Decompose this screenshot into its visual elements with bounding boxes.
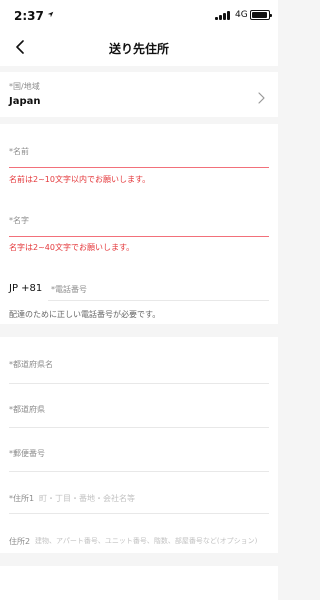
prefecture-underline — [9, 427, 269, 428]
status-time: 2:37 — [14, 9, 44, 23]
bottom-section — [0, 566, 278, 600]
address2-placeholder: 建物、アパート番号、ユニット番号、階数、部屋番号など(オプション) — [35, 537, 258, 545]
address1-field[interactable]: *住所1 町・丁目・番地・会社名等 — [0, 485, 278, 511]
postal-code-field[interactable]: *郵便番号 — [0, 437, 278, 471]
phone-country-code[interactable]: JP +81 — [9, 283, 42, 294]
address2-field[interactable]: 住所2 建物、アパート番号、ユニット番号、階数、部屋番号など(オプション) — [0, 523, 278, 549]
first-name-underline — [9, 167, 269, 168]
phone-label: *電話番号 — [51, 285, 87, 294]
status-bar: 2:37 4G — [0, 0, 278, 28]
phone-note: 配達のために正しい電話番号が必要です。 — [9, 310, 161, 319]
prefecture-name-label: *都道府県名 — [9, 360, 53, 369]
phone-field[interactable]: *電話番号 — [48, 274, 268, 302]
page-title: 送り先住所 — [108, 42, 169, 56]
prefecture-name-field[interactable]: *都道府県名 — [0, 349, 278, 383]
signal-icon — [215, 11, 231, 20]
last-name-underline — [9, 236, 269, 237]
first-name-label: *名前 — [9, 147, 29, 156]
address1-label: *住所1 — [9, 494, 35, 503]
prefecture-label: *都道府県 — [9, 405, 45, 414]
address2-label: 住所2 — [9, 537, 31, 546]
last-name-field[interactable]: *名字 — [0, 202, 278, 238]
country-select[interactable]: *国/地域 Japan — [0, 72, 278, 117]
last-name-label: *名字 — [9, 216, 29, 225]
first-name-error: 名前は2~10文字以内でお願いします。 — [9, 175, 151, 184]
postal-code-label: *郵便番号 — [9, 449, 45, 458]
phone-underline — [48, 300, 269, 301]
nav-bar: 送り先住所 — [0, 28, 278, 66]
network-type: 4G — [235, 10, 248, 20]
name-phone-section: *名前 名前は2~10文字以内でお願いします。 *名字 名字は2~40文字でお願… — [0, 124, 278, 324]
location-arrow-icon — [47, 11, 54, 18]
country-value: Japan — [9, 96, 41, 107]
chevron-right-icon — [258, 92, 265, 104]
prefecture-field[interactable]: *都道府県 — [0, 393, 278, 427]
address1-placeholder: 町・丁目・番地・会社名等 — [39, 494, 135, 503]
country-label: *国/地域 — [9, 82, 40, 91]
battery-icon — [250, 10, 272, 20]
last-name-error: 名字は2~40文字でお願いします。 — [9, 243, 135, 252]
address1-underline — [9, 513, 269, 514]
postal-code-underline — [9, 471, 269, 472]
address-section: *都道府県名 *都道府県 *郵便番号 *住所1 町・丁目・番地・会社名等 住所2… — [0, 337, 278, 553]
prefecture-name-underline — [9, 383, 269, 384]
